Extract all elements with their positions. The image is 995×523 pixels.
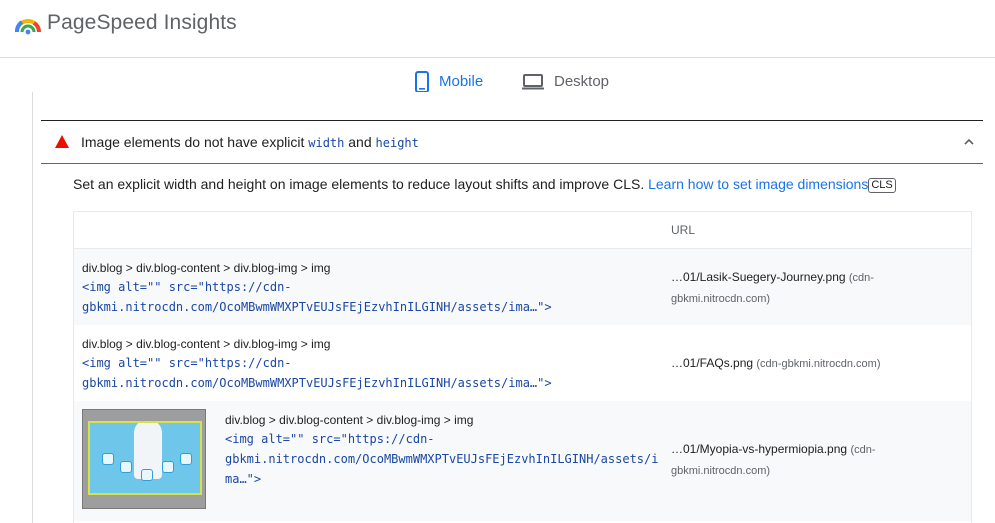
fail-triangle-icon (55, 135, 69, 148)
node-snippet-line[interactable]: gbkmi.nitrocdn.com/OcoMBwmWMXPTvEUJsFEjE… (82, 373, 552, 393)
details-table: URL div.blog > div.blog-content > div.bl… (73, 211, 972, 523)
url-origin: gbkmi.nitrocdn.com) (671, 293, 771, 305)
node-selector: div.blog > div.blog-content > div.blog-i… (82, 261, 331, 275)
pagespeed-logo-icon (15, 19, 41, 35)
node-snippet-line[interactable]: gbkmi.nitrocdn.com/OcoMBwmWMXPTvEUJsFEjE… (225, 449, 658, 469)
eye-icon (141, 469, 153, 481)
node-snippet-line[interactable]: ma…"> (225, 469, 261, 489)
audit-description: Set an explicit width and height on imag… (73, 176, 896, 193)
eye-icon (120, 461, 132, 473)
audit-title-code-width: width (308, 136, 345, 150)
url-origin: (cdn- (850, 444, 876, 456)
eye-icon (162, 461, 174, 473)
url-file[interactable]: …01/Lasik-Suegery-Journey.png (671, 270, 846, 284)
thumbnail-picture (88, 421, 202, 495)
node-selector: div.blog > div.blog-content > div.blog-i… (225, 413, 474, 427)
node-selector: div.blog > div.blog-content > div.blog-i… (82, 337, 331, 351)
eye-icon (180, 453, 192, 465)
url-origin: (cdn-gbkmi.nitrocdn.com) (756, 358, 881, 370)
audit-description-text: Set an explicit width and height on imag… (73, 176, 649, 192)
learn-more-link[interactable]: Learn how to set image dimensions (648, 176, 868, 192)
table-row: div.blog > div.blog-content > div.blog-i… (74, 401, 971, 521)
url-cell: …01/Lasik-Suegery-Journey.png (cdn- gbkm… (671, 267, 901, 309)
eye-icon (102, 453, 114, 465)
node-snippet-line[interactable]: <img alt="" src="https://cdn- (82, 277, 292, 297)
laptop-icon (522, 73, 544, 89)
table-row: div.blog > div.blog-content > div.blog-i… (74, 249, 971, 325)
app-header: PageSpeed Insights (0, 0, 995, 58)
url-file[interactable]: …01/FAQs.png (671, 356, 753, 370)
previous-audit-remnant (33, 92, 995, 105)
audit-title: Image elements do not have explicit widt… (81, 134, 419, 150)
url-cell: …01/Myopia-vs-hypermiopia.png (cdn- gbkm… (671, 439, 901, 481)
tab-mobile-label: Mobile (439, 73, 484, 90)
url-file[interactable]: …01/Myopia-vs-hypermiopia.png (671, 442, 847, 456)
table-header: URL (74, 212, 971, 249)
url-origin: (cdn- (848, 272, 874, 284)
url-cell: …01/FAQs.png (cdn-gbkmi.nitrocdn.com) (671, 353, 901, 374)
cls-badge: CLS (868, 178, 896, 193)
image-thumbnail (82, 409, 206, 509)
audit-title-code-height: height (375, 136, 419, 150)
column-header-url: URL (671, 223, 696, 237)
audit-panel: Image elements do not have explicit widt… (32, 92, 995, 523)
tab-desktop-label: Desktop (554, 73, 610, 90)
node-snippet-line[interactable]: <img alt="" src="https://cdn- (225, 429, 435, 449)
app-title: PageSpeed Insights (47, 11, 237, 34)
node-snippet-line[interactable]: gbkmi.nitrocdn.com/OcoMBwmWMXPTvEUJsFEjE… (82, 297, 552, 317)
audit-title-text: Image elements do not have explicit (81, 134, 309, 150)
chevron-up-icon[interactable] (963, 136, 975, 148)
smartphone-icon (415, 70, 429, 93)
audit-header-image-dimensions[interactable]: Image elements do not have explicit widt… (41, 120, 983, 164)
node-snippet-line[interactable]: <img alt="" src="https://cdn- (82, 353, 292, 373)
audit-title-and: and (344, 134, 376, 150)
url-origin: gbkmi.nitrocdn.com) (671, 465, 771, 477)
table-row: div.blog > div.blog-content > div.blog-i… (74, 325, 971, 401)
